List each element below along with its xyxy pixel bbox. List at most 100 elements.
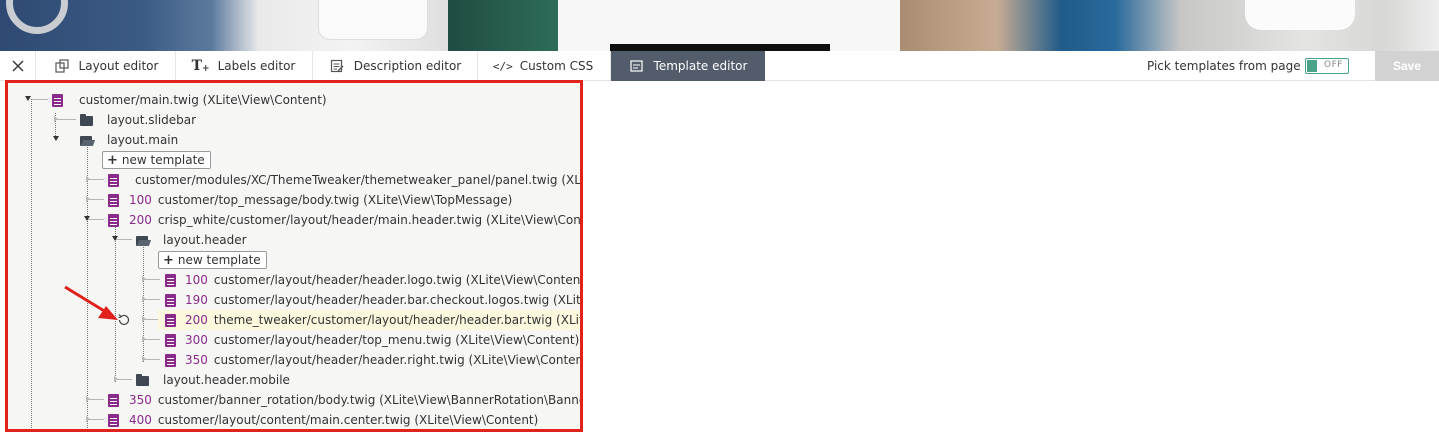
layout-icon (54, 58, 70, 74)
tab-label: Labels editor (217, 59, 296, 73)
theme-tweaker-toolbar: Layout editor T + Labels editor Descripti… (0, 51, 1439, 81)
expand-toggle[interactable] (142, 336, 146, 342)
top-banner-image (0, 0, 1439, 51)
tree-row[interactable]: 350 customer/layout/header/header.right.t… (8, 350, 580, 370)
banner-sweater (448, 0, 558, 51)
tree-row[interactable]: 400 customer/layout/content/main.center.t… (8, 410, 580, 429)
expand-toggle[interactable] (142, 276, 146, 282)
expand-toggle[interactable] (112, 236, 118, 241)
list-name: layout.header (163, 233, 247, 247)
priority-number: 100 (129, 193, 152, 207)
expand-toggle[interactable] (86, 396, 90, 402)
tab-label: Template editor (653, 59, 748, 73)
tree-row: + new template (8, 150, 580, 170)
plus-icon: + (163, 252, 174, 268)
tree-row[interactable]: layout.header.mobile (8, 370, 580, 390)
expand-toggle[interactable] (142, 316, 146, 322)
priority-number: 190 (185, 293, 208, 307)
banner-cup (318, 0, 428, 40)
folder-icon (136, 374, 149, 387)
file-icon (108, 194, 120, 207)
new-template-button[interactable]: + new template (102, 151, 211, 169)
toggle-knob (1307, 60, 1317, 72)
expand-toggle[interactable] (25, 96, 31, 101)
tree-row[interactable]: customer/main.twig (XLite\View\Content) (8, 90, 580, 110)
folder-open-icon (136, 234, 148, 247)
priority-number: 100 (185, 273, 208, 287)
tab-template-editor[interactable]: Template editor (611, 51, 765, 81)
expand-toggle[interactable] (114, 376, 118, 382)
priority-number: 400 (129, 413, 152, 427)
pick-templates-toggle[interactable]: OFF (1305, 58, 1349, 74)
close-button[interactable] (0, 51, 36, 81)
file-icon (108, 174, 120, 187)
template-path: customer/main.twig (XLite\View\Content) (79, 93, 327, 107)
template-path: theme_tweaker/customer/layout/header/hea… (213, 313, 580, 327)
tree-row[interactable]: 350 customer/banner_rotation/body.twig (X… (8, 390, 580, 410)
save-button[interactable]: Save (1375, 51, 1439, 81)
list-name: layout.main (107, 133, 179, 147)
new-template-label: new template (177, 253, 261, 267)
file-icon (165, 314, 177, 327)
file-icon (165, 354, 177, 367)
tree-row[interactable]: layout.slidebar (8, 110, 580, 130)
template-path: crisp_white/customer/layout/header/main.… (157, 213, 580, 227)
expand-toggle[interactable] (86, 176, 90, 182)
template-icon (629, 58, 645, 74)
template-path: customer/modules/XC/ThemeTweaker/themetw… (135, 173, 580, 187)
tab-description-editor[interactable]: Description editor (313, 51, 478, 81)
expand-toggle[interactable] (54, 116, 58, 122)
folder-icon (80, 114, 93, 127)
new-template-label: new template (121, 153, 205, 167)
template-path: customer/layout/content/main.center.twig… (157, 413, 539, 427)
tree-row: + new template (8, 250, 580, 270)
file-icon (165, 294, 177, 307)
tab-label: Custom CSS (519, 59, 594, 73)
banner-dark-strip (610, 44, 830, 51)
tree-row[interactable]: customer/modules/XC/ThemeTweaker/themetw… (8, 170, 580, 190)
template-path: customer/layout/header/header.bar.checko… (213, 293, 580, 307)
template-path: customer/top_message/body.twig (XLite\Vi… (157, 193, 513, 207)
file-icon (165, 274, 177, 287)
banner-cup-right (1245, 0, 1355, 30)
tree-row[interactable]: 200 crisp_white/customer/layout/header/ma… (8, 210, 580, 230)
template-path: customer/layout/header/header.right.twig… (213, 353, 580, 367)
tab-layout-editor[interactable]: Layout editor (37, 51, 176, 81)
template-path: customer/banner_rotation/body.twig (XLit… (157, 393, 580, 407)
file-icon (165, 334, 177, 347)
tab-custom-css[interactable]: </> Custom CSS (478, 51, 611, 81)
tab-label: Layout editor (78, 59, 159, 73)
pick-templates-label: Pick templates from page (1147, 59, 1301, 73)
plus-icon: + (107, 152, 118, 168)
tab-labels-editor[interactable]: T + Labels editor (176, 51, 313, 81)
tree-row[interactable]: layout.main (8, 130, 580, 150)
close-icon (12, 60, 23, 72)
tree-row[interactable]: 100 customer/top_message/body.twig (XLite… (8, 190, 580, 210)
banner-boots (900, 0, 1439, 51)
code-icon: </> (492, 59, 513, 73)
expand-toggle[interactable] (53, 136, 59, 141)
text-icon: T + (191, 58, 210, 74)
description-icon (329, 58, 345, 74)
toggle-state-label: OFF (1324, 60, 1343, 70)
list-name: layout.header.mobile (163, 373, 290, 387)
priority-number: 300 (185, 333, 208, 347)
expand-toggle[interactable] (142, 356, 146, 362)
template-tree-panel: customer/main.twig (XLite\View\Content) … (5, 80, 583, 432)
tree-row[interactable]: layout.header (8, 230, 580, 250)
priority-number: 350 (185, 353, 208, 367)
tree-row-highlighted[interactable]: 200 theme_tweaker/customer/layout/header/… (158, 310, 580, 330)
priority-number: 200 (185, 313, 208, 327)
file-icon (108, 414, 120, 427)
new-template-button[interactable]: + new template (158, 251, 267, 269)
priority-number: 350 (129, 393, 152, 407)
folder-open-icon (80, 134, 92, 147)
template-path: customer/layout/header/header.logo.twig … (213, 273, 580, 287)
file-icon (108, 214, 120, 227)
expand-toggle[interactable] (86, 196, 90, 202)
list-name: layout.slidebar (107, 113, 197, 127)
expand-toggle[interactable] (84, 216, 90, 221)
expand-toggle[interactable] (86, 416, 90, 422)
expand-toggle[interactable] (142, 296, 146, 302)
tab-label: Description editor (353, 59, 462, 73)
